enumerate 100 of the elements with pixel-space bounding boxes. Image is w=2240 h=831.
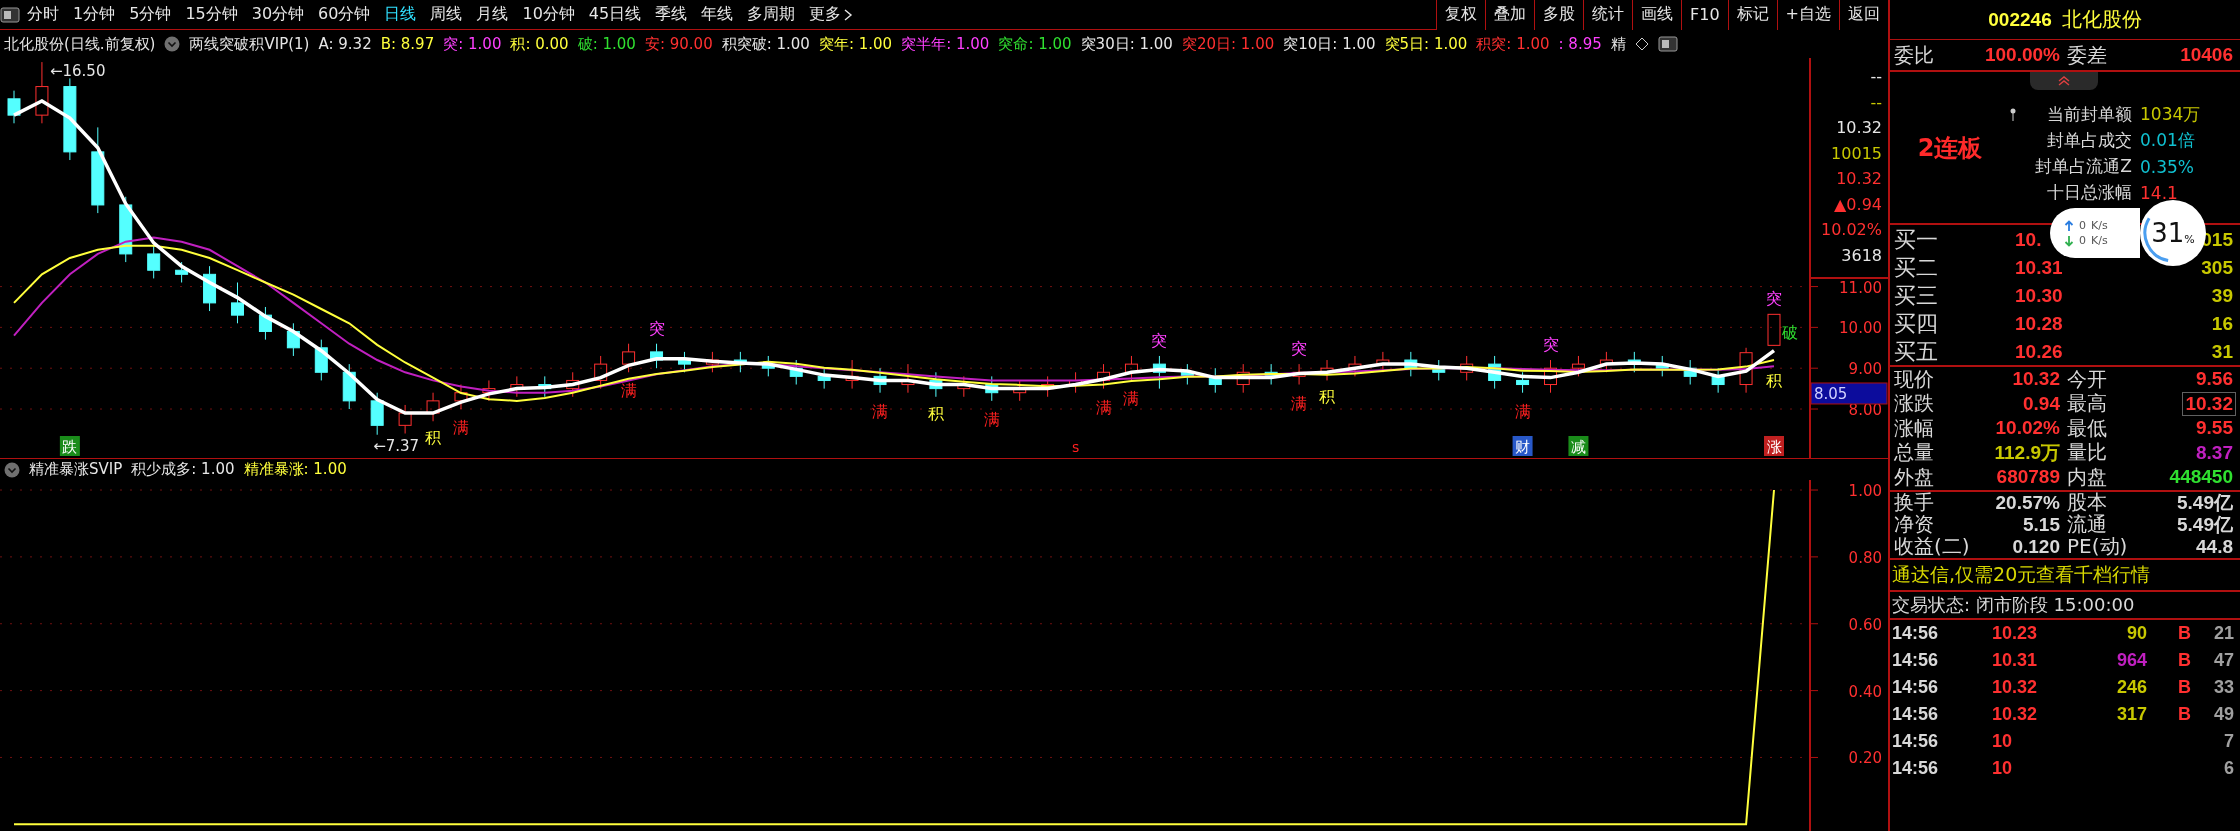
indicator-value: 突命: 1.00 — [998, 34, 1072, 54]
indicator-value: 突半年: 1.00 — [901, 34, 990, 54]
quote-value: 10.32 — [2011, 367, 2061, 392]
quote-value: 112.9万 — [1993, 440, 2061, 465]
signal-label: 满 — [1095, 397, 1112, 417]
indicator-value: 精准暴涨: 1.00 — [243, 460, 347, 479]
signal-label: 突 — [1542, 335, 1559, 355]
bid-price: 10.31 — [2014, 256, 2064, 279]
bid-price: 10.30 — [2014, 284, 2064, 307]
axis-tick-label: 1.00 — [1848, 482, 1882, 501]
quote-value: 10406 — [2179, 43, 2234, 67]
bid-label: 买二 — [1894, 254, 1939, 282]
quote-value: 680789 — [1995, 465, 2061, 490]
tick-count: 49 — [2213, 703, 2234, 725]
quote-value: ▲0.94 — [1834, 194, 1882, 214]
bid-price: 10. — [2014, 228, 2043, 251]
quote-value: 14.1 — [2140, 182, 2178, 203]
tick-count: 47 — [2213, 649, 2234, 671]
quote-label: 净资 — [1894, 512, 1934, 537]
bid-volume: 16 — [2210, 312, 2234, 336]
tick-side: B — [2178, 649, 2191, 671]
tick-price: 10.23 — [1992, 622, 2038, 644]
quote-label: 封单占流通Z — [2034, 155, 2132, 178]
tick-time: 14:56 — [1892, 649, 1939, 671]
bid-label: 买一 — [1894, 226, 1939, 254]
indicator-value: 积: 0.00 — [510, 34, 569, 54]
tick-count: 7 — [2224, 730, 2234, 752]
tick-side: B — [2178, 676, 2191, 698]
quote-value: 5.15 — [2022, 512, 2061, 537]
quote-label: 现价 — [1894, 365, 1934, 393]
quote-value: 44.8 — [2195, 534, 2234, 559]
quote-value: 5.49亿 — [2176, 512, 2234, 537]
indicator-value: 积突: 1.00 — [1476, 34, 1550, 54]
signal-label: 突 — [1766, 289, 1782, 309]
tick-time: 14:56 — [1892, 703, 1939, 725]
tick-price: 10.31 — [1992, 649, 2038, 671]
signal-label: 积 — [927, 403, 944, 423]
indicator-value: 突20日: 1.00 — [1181, 34, 1275, 54]
tick-time: 14:56 — [1892, 757, 1939, 779]
quote-value: 1034万 — [2140, 103, 2201, 126]
quote-value: 8.37 — [2195, 440, 2234, 465]
quote-value: 448450 — [2168, 465, 2234, 490]
indicator-value: 安: 90.00 — [644, 34, 713, 54]
signal-label: 满 — [620, 381, 637, 401]
tick-price: 10 — [1992, 757, 2013, 779]
axis-tick-label: 10.00 — [1839, 319, 1882, 338]
indicator-value: 突年: 1.00 — [818, 34, 893, 54]
stock-code: 002246 — [1988, 8, 2052, 31]
quote-value: 10.32 — [2182, 391, 2236, 416]
bid-price: 10.28 — [2014, 312, 2064, 335]
tick-price: 10 — [1992, 730, 2013, 752]
axis-tick-label: 0.40 — [1848, 682, 1882, 701]
indicator-value: A: 9.32 — [318, 35, 372, 53]
signal-label: 满 — [1291, 393, 1308, 413]
signal-label: 满 — [1123, 389, 1140, 409]
tick-volume: 246 — [2116, 676, 2147, 698]
axis-tick-label: 11.00 — [1839, 278, 1882, 297]
quote-label: 今开 — [2067, 365, 2107, 393]
quote-value: -- — [1870, 67, 1882, 86]
indicator-value: 积少成多: 1.00 — [131, 460, 235, 479]
tick-count: 6 — [2224, 757, 2234, 779]
quote-value: 10.32 — [1836, 118, 1882, 137]
quote-label: 收益(二) — [1894, 534, 1970, 560]
tick-count: 21 — [2213, 622, 2234, 644]
indicator-name: 精准暴涨SVIP — [29, 460, 123, 479]
bid-volume: 31 — [2210, 340, 2234, 364]
chart-title: 北化股份(日线.前复权) — [4, 34, 156, 54]
quote-label: 流通 — [2067, 512, 2107, 537]
signal-label: s — [1071, 439, 1080, 455]
tick-price: 10.32 — [1992, 676, 2038, 698]
signal-label: 积 — [1766, 370, 1782, 390]
signal-tag: 跌 — [59, 436, 80, 456]
quote-label: 当前封单额 — [2046, 103, 2132, 126]
indicator-value: B: 8.97 — [380, 35, 435, 53]
quote-value: 10.32 — [1836, 169, 1882, 188]
quote-value: 0.94 — [2022, 391, 2061, 416]
axis-tick-label: 0.60 — [1848, 615, 1882, 634]
bid-label: 买三 — [1894, 282, 1939, 310]
signal-label: 破 — [1782, 323, 1798, 343]
quote-value: 0.01倍 — [2140, 129, 2195, 152]
tick-time: 14:56 — [1892, 622, 1939, 644]
axis-tick-label: 9.00 — [1848, 360, 1882, 379]
quote-label: PE(动) — [2067, 534, 2128, 560]
tick-time: 14:56 — [1892, 676, 1939, 698]
indicator-value: 破: 1.00 — [577, 34, 636, 54]
quote-label: 换手 — [1894, 489, 1934, 515]
quote-value: 0.35% — [2140, 156, 2194, 177]
axis-tick-label: 0.80 — [1848, 548, 1882, 567]
quote-label: 十日总涨幅 — [2046, 181, 2132, 204]
price-label: ←16.50 — [49, 62, 106, 81]
trading-status: 交易状态: 闭市阶段 15:00:00 — [1890, 591, 2240, 620]
signal-tag: 减 — [1568, 436, 1589, 456]
signal-label: 突 — [1151, 330, 1168, 350]
signal-label: 积 — [425, 428, 442, 448]
tick-price: 10.32 — [1992, 703, 2038, 725]
tick-volume: 317 — [2116, 703, 2147, 725]
quote-value: 10.02% — [1994, 416, 2061, 441]
bid-volume: 39 — [2210, 284, 2234, 308]
quote-value: 9.55 — [2195, 416, 2234, 441]
signal-label: 满 — [872, 401, 889, 421]
